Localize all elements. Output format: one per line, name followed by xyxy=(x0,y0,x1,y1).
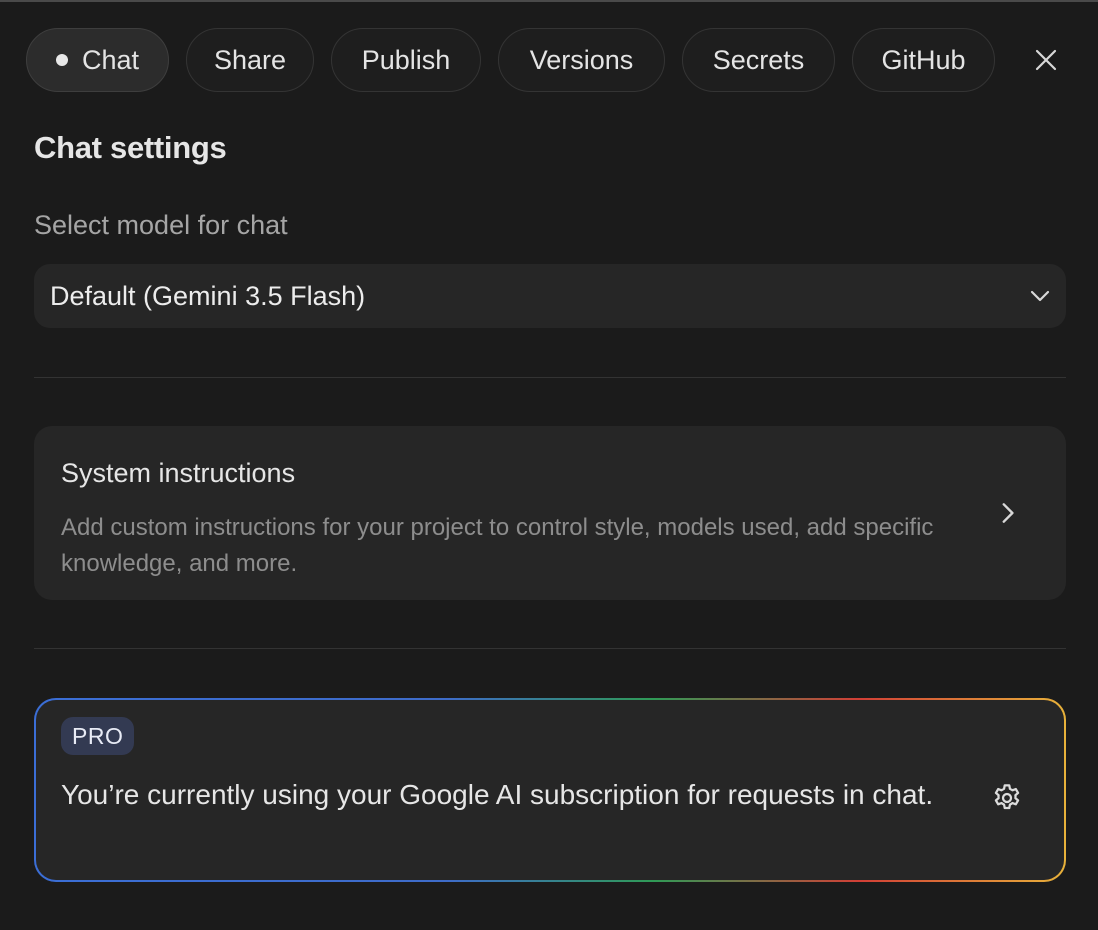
page-title: Chat settings xyxy=(34,130,227,165)
chevron-down-icon xyxy=(1030,290,1050,302)
tab-chat[interactable]: Chat xyxy=(26,28,169,92)
model-select-label: Select model for chat xyxy=(34,210,288,240)
tab-versions[interactable]: Versions xyxy=(498,28,665,92)
system-instructions-title: System instructions xyxy=(61,458,296,488)
tab-label: GitHub xyxy=(881,44,966,75)
tab-github[interactable]: GitHub xyxy=(852,28,995,92)
gear-icon[interactable] xyxy=(991,782,1023,814)
tab-label: Chat xyxy=(81,44,140,75)
pro-subscription-card-body: PRO You’re currently using your Google A… xyxy=(36,700,1064,880)
close-button[interactable] xyxy=(1026,40,1066,80)
subscription-message: You’re currently using your Google AI su… xyxy=(61,779,934,810)
pro-subscription-card: PRO You’re currently using your Google A… xyxy=(34,698,1066,882)
tab-label: Publish xyxy=(361,44,451,75)
tab-label: Versions xyxy=(529,44,634,75)
model-select-value: Default (Gemini 3.5 Flash) xyxy=(50,280,366,311)
divider xyxy=(34,648,1066,649)
window-top-border xyxy=(0,0,1098,2)
chevron-right-icon xyxy=(1002,503,1014,523)
tab-secrets[interactable]: Secrets xyxy=(682,28,835,92)
system-instructions-card[interactable]: System instructions Add custom instructi… xyxy=(34,426,1066,600)
pro-badge: PRO xyxy=(61,717,135,755)
tab-share[interactable]: Share xyxy=(186,28,314,92)
tab-bar: Chat Share Publish Versions Secrets GitH… xyxy=(26,28,995,92)
tab-publish[interactable]: Publish xyxy=(331,28,481,92)
tab-label: Secrets xyxy=(712,44,805,75)
active-dot-icon xyxy=(55,54,68,66)
tab-label: Share xyxy=(213,44,287,75)
system-instructions-description: Add custom instructions for your project… xyxy=(61,514,934,577)
model-select[interactable]: Default (Gemini 3.5 Flash) xyxy=(34,264,1066,328)
close-icon xyxy=(1035,49,1057,71)
divider xyxy=(34,377,1066,378)
